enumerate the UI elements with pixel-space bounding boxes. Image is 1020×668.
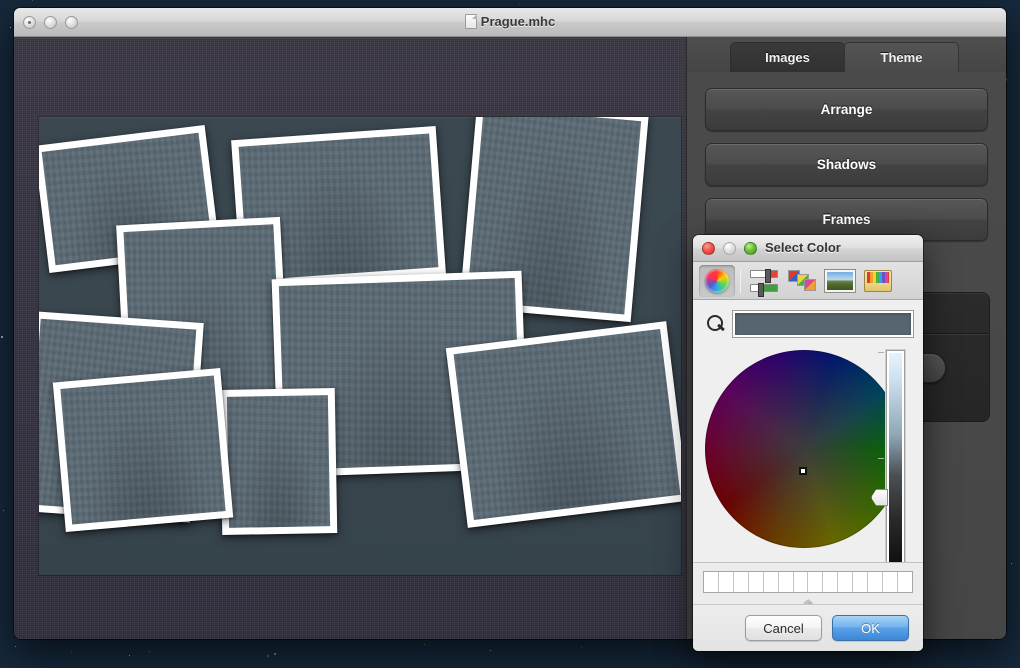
select-color-dialog: Select Color [693,235,923,651]
dialog-minimize-button[interactable] [723,242,736,255]
star [129,655,130,656]
photo-item[interactable] [446,321,681,528]
shadows-button-label: Shadows [817,157,876,172]
document-icon [465,14,477,29]
color-wheel-cursor[interactable] [799,467,807,475]
color-sliders-icon [750,270,778,292]
crayons-tool[interactable] [860,265,896,297]
collage-board[interactable] [39,117,681,575]
ok-button[interactable]: OK [832,615,909,641]
photo-item[interactable] [220,388,338,535]
color-mode-toolbar [693,262,923,300]
frames-button-label: Frames [822,212,870,227]
tab-theme[interactable]: Theme [844,42,959,72]
star [32,0,33,1]
window-title: Prague.mhc [14,14,1006,32]
swatch-palette-strip [693,562,923,604]
image-palettes-tool[interactable] [822,265,858,297]
star [149,651,150,652]
tab-images-label: Images [765,50,810,65]
dialog-title: Select Color [765,240,841,255]
color-wheel-pane [693,300,923,581]
tab-images[interactable]: Images [730,42,845,72]
magnifier-loupe-icon[interactable] [707,315,725,333]
color-wheel-tool[interactable] [699,265,735,297]
photo-image [60,376,225,525]
star [71,651,72,652]
star [581,647,582,648]
arrange-button-label: Arrange [821,102,873,117]
color-palettes-tool[interactable] [784,265,820,297]
swatch-cell[interactable] [764,572,779,592]
swatch-cell[interactable] [823,572,838,592]
swatch-cell[interactable] [719,572,734,592]
star [10,27,11,28]
star [3,510,4,511]
color-dialog-titlebar[interactable]: Select Color [693,235,923,262]
color-wheel-icon [705,269,729,293]
dialog-zoom-button[interactable] [744,242,757,255]
swatch-cell[interactable] [868,572,883,592]
tab-theme-label: Theme [881,50,923,65]
swatch-cell[interactable] [898,572,912,592]
swatch-cell[interactable] [704,572,719,592]
swatch-cell[interactable] [883,572,898,592]
swatch-cell[interactable] [808,572,823,592]
color-palettes-icon [788,270,816,292]
sidebar-content: Arrange Shadows Frames [687,72,1006,241]
color-sliders-tool[interactable] [746,265,782,297]
selected-color-swatch[interactable] [733,311,913,337]
cancel-button[interactable]: Cancel [745,615,822,641]
swatch-cell[interactable] [749,572,764,592]
cancel-button-label: Cancel [763,621,803,636]
shadows-button[interactable]: Shadows [705,143,988,186]
star [15,646,16,647]
ok-button-label: OK [861,621,880,636]
color-wheel[interactable] [705,350,903,548]
star [519,4,520,5]
brightness-slider-track[interactable] [886,350,905,573]
slider-tick [878,458,884,459]
photo-image [454,329,681,520]
toolbar-separator [740,269,741,293]
swatch-cell[interactable] [838,572,853,592]
window-title-text: Prague.mhc [481,14,555,29]
color-preview-row [703,310,913,338]
swatch-cell[interactable] [794,572,809,592]
arrange-button[interactable]: Arrange [705,88,988,131]
swatch-cell[interactable] [853,572,868,592]
star [274,653,276,655]
star [1011,563,1012,564]
window-titlebar[interactable]: Prague.mhc [14,8,1006,37]
slider-tick [878,352,884,353]
dialog-footer: Cancel OK [693,604,923,651]
swatch-cell[interactable] [734,572,749,592]
swatch-cells[interactable] [703,571,913,593]
star [490,650,491,651]
crayons-icon [864,270,892,292]
wheel-and-brightness [703,346,913,578]
star [267,655,269,657]
sidebar-tabbar: Images Theme [687,37,1006,72]
swatch-cell[interactable] [779,572,794,592]
star [1,336,3,338]
photo-image [227,395,330,528]
dialog-close-button[interactable] [702,242,715,255]
image-palettes-icon [825,270,855,292]
star [424,644,425,645]
collage-canvas[interactable] [14,37,686,639]
photo-item[interactable] [53,368,233,532]
